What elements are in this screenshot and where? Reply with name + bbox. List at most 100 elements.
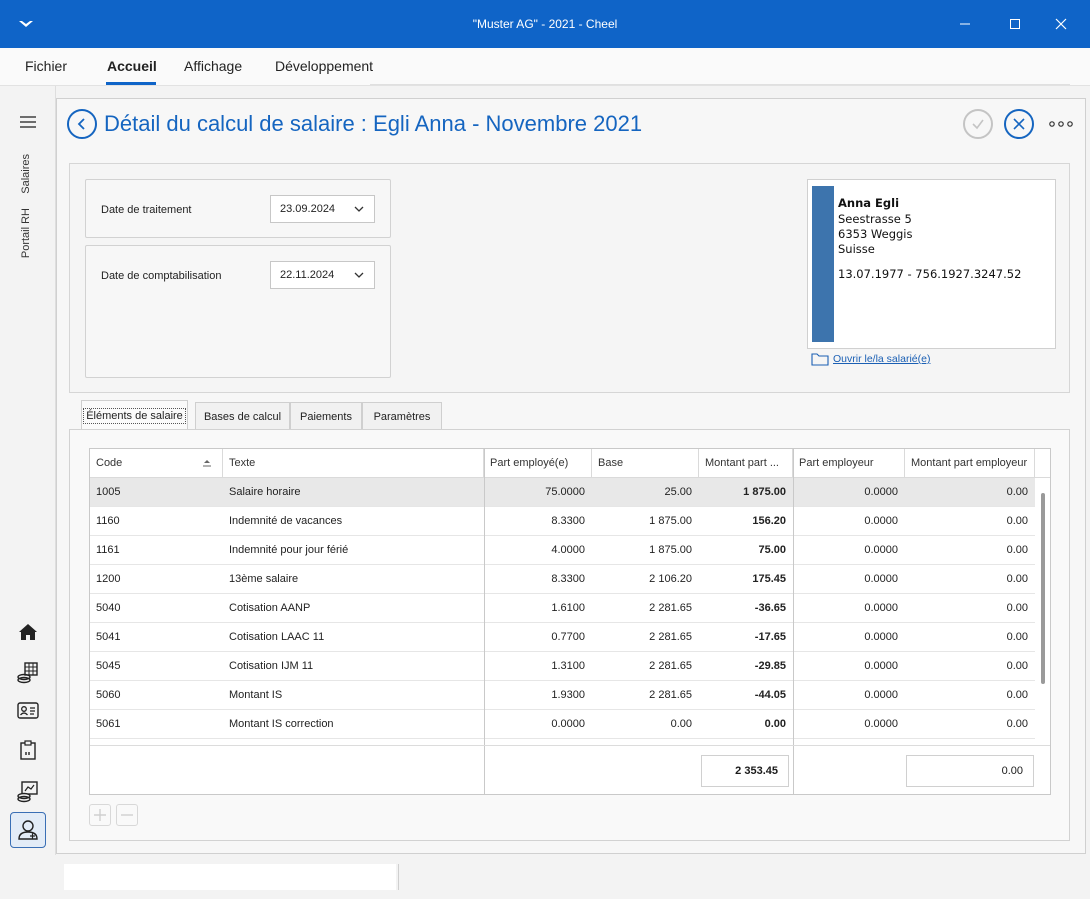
salary-elements-grid: Code Texte Part employé(e) Base Montant … — [89, 448, 1051, 795]
cell-part-employe: 0.7700 — [551, 631, 585, 643]
cell-code: 5040 — [96, 602, 121, 614]
employee-accent-bar — [812, 186, 834, 342]
home-button[interactable] — [12, 616, 44, 648]
table-row[interactable]: 1161 Indemnité pour jour férié 4.0000 1 875… — [90, 536, 1035, 565]
vertical-scrollbar[interactable] — [1041, 493, 1045, 684]
cell-part-employe: 75.0000 — [545, 486, 585, 498]
menu-developpement[interactable]: Développement — [275, 58, 373, 74]
menu-accueil[interactable]: Accueil — [107, 58, 157, 74]
chevron-down-icon — [354, 206, 364, 212]
title-bar: "Muster AG" - 2021 - Cheel — [0, 0, 1090, 48]
status-separator — [398, 864, 399, 890]
cell-base: 1 875.00 — [649, 544, 692, 556]
table-row[interactable]: 5060 Montant IS 1.9300 2 281.65 -44.05 0.0000… — [90, 681, 1035, 710]
column-divider — [793, 449, 794, 794]
cell-part-employeur: 0.0000 — [864, 602, 898, 614]
cell-part-employe: 0.0000 — [551, 718, 585, 730]
tab-parametres[interactable]: Paramètres — [362, 402, 442, 430]
column-header-montant-part[interactable]: Montant part ... — [699, 449, 793, 478]
cell-montant-employeur: 0.00 — [1006, 631, 1028, 643]
cell-part-employe: 1.6100 — [551, 602, 585, 614]
cell-base: 0.00 — [670, 718, 692, 730]
cell-montant: 175.45 — [752, 573, 786, 585]
header-section: Date de traitement 23.09.2024 Date de co… — [69, 163, 1070, 393]
more-options-button[interactable] — [1046, 109, 1076, 139]
table-row[interactable]: 5041 Cotisation LAAC 11 0.7700 2 281.65 -17.… — [90, 623, 1035, 652]
column-header-texte[interactable]: Texte — [223, 449, 484, 478]
payroll-button[interactable] — [12, 656, 44, 688]
accounting-icon — [17, 781, 38, 803]
cell-code: 1160 — [96, 515, 120, 527]
cell-text: Indemnité pour jour férié — [229, 544, 349, 556]
table-row[interactable]: 5045 Cotisation IJM 11 1.3100 2 281.65 -29.8… — [90, 652, 1035, 681]
cancel-button[interactable] — [1004, 109, 1034, 139]
table-row[interactable]: 1160 Indemnité de vacances 8.3300 1 875.00 1… — [90, 507, 1035, 536]
employee-card-icon — [17, 702, 39, 719]
employee-city: 6353 Weggis — [838, 227, 913, 241]
active-menu-indicator — [106, 82, 156, 85]
menu-affichage[interactable]: Affichage — [184, 58, 242, 74]
folder-icon — [811, 353, 829, 366]
cell-montant: -17.65 — [754, 631, 786, 643]
column-header-code[interactable]: Code — [90, 449, 223, 478]
table-row[interactable]: 1005 Salaire horaire 75.0000 25.00 1 875.00 0… — [90, 478, 1035, 507]
cell-text: Cotisation AANP — [229, 602, 311, 614]
cell-text: Montant IS correction — [229, 718, 334, 730]
processing-date-value: 23.09.2024 — [280, 203, 336, 215]
window-title: "Muster AG" - 2021 - Cheel — [472, 17, 618, 31]
tab-content: Code Texte Part employé(e) Base Montant … — [69, 429, 1070, 841]
column-header-part-employe[interactable]: Part employé(e) — [484, 449, 592, 478]
processing-date-select[interactable]: 23.09.2024 — [270, 195, 375, 223]
minimize-button[interactable] — [953, 12, 977, 36]
column-header-base[interactable]: Base — [592, 449, 699, 478]
cell-base: 2 106.20 — [649, 573, 692, 585]
rail-tab-portail-rh[interactable]: Portail RH — [20, 208, 32, 258]
table-row[interactable]: 5061 Montant IS correction 0.0000 0.00 0.00 0… — [90, 710, 1035, 739]
chevron-left-icon — [77, 118, 85, 130]
menu-icon[interactable] — [18, 114, 38, 130]
totals-divider — [90, 745, 1050, 746]
cell-montant-employeur: 0.00 — [1006, 718, 1028, 730]
cell-montant-employeur: 0.00 — [1006, 544, 1028, 556]
cell-code: 5061 — [96, 718, 121, 730]
cell-text: Salaire horaire — [229, 486, 301, 498]
accounting-button[interactable] — [12, 775, 44, 807]
cell-part-employeur: 0.0000 — [864, 689, 898, 701]
maximize-button[interactable] — [1003, 12, 1027, 36]
cell-base: 2 281.65 — [649, 602, 692, 614]
cell-montant-employeur: 0.00 — [1006, 515, 1028, 527]
booking-date-value: 22.11.2024 — [280, 269, 335, 281]
remove-row-button[interactable] — [116, 804, 138, 826]
menu-fichier[interactable]: Fichier — [25, 58, 67, 74]
rail-tab-salaires[interactable]: Salaires — [20, 154, 32, 194]
tab-elements-salaire[interactable]: Éléments de salaire — [81, 400, 188, 430]
column-header-montant-part-employeur[interactable]: Montant part employeur — [905, 449, 1035, 478]
close-icon — [1055, 18, 1067, 30]
total-employer-amount: 0.00 — [906, 755, 1034, 787]
close-window-button[interactable] — [1049, 12, 1073, 36]
column-header-part-employeur[interactable]: Part employeur — [793, 449, 905, 478]
confirm-button[interactable] — [963, 109, 993, 139]
calendar-button[interactable] — [12, 735, 44, 767]
hr-person-button[interactable] — [10, 812, 46, 848]
cell-code: 5060 — [96, 689, 121, 701]
person-icon — [18, 820, 38, 840]
check-icon — [972, 119, 984, 130]
back-button[interactable] — [67, 109, 97, 139]
cell-montant: -29.85 — [754, 660, 786, 672]
table-row[interactable]: 1200 13ème salaire 8.3300 2 106.20 175.45 0.0… — [90, 565, 1035, 594]
booking-date-select[interactable]: 22.11.2024 — [270, 261, 375, 289]
left-rail: Salaires Portail RH — [0, 86, 56, 899]
cell-montant: 156.20 — [752, 515, 786, 527]
add-row-button[interactable] — [89, 804, 111, 826]
tab-paiements[interactable]: Paiements — [290, 402, 362, 430]
cell-montant: 75.00 — [758, 544, 786, 556]
tab-bases-calcul[interactable]: Bases de calcul — [195, 402, 290, 430]
sort-ascending-icon — [203, 460, 211, 467]
employee-card-button[interactable] — [12, 695, 44, 727]
open-employee-link[interactable]: Ouvrir le/la salarié(e) — [811, 352, 930, 366]
cell-part-employe: 8.3300 — [551, 515, 585, 527]
minimize-icon — [960, 23, 970, 25]
cell-montant: -44.05 — [754, 689, 786, 701]
table-row[interactable]: 5040 Cotisation AANP 1.6100 2 281.65 -36.65 0… — [90, 594, 1035, 623]
